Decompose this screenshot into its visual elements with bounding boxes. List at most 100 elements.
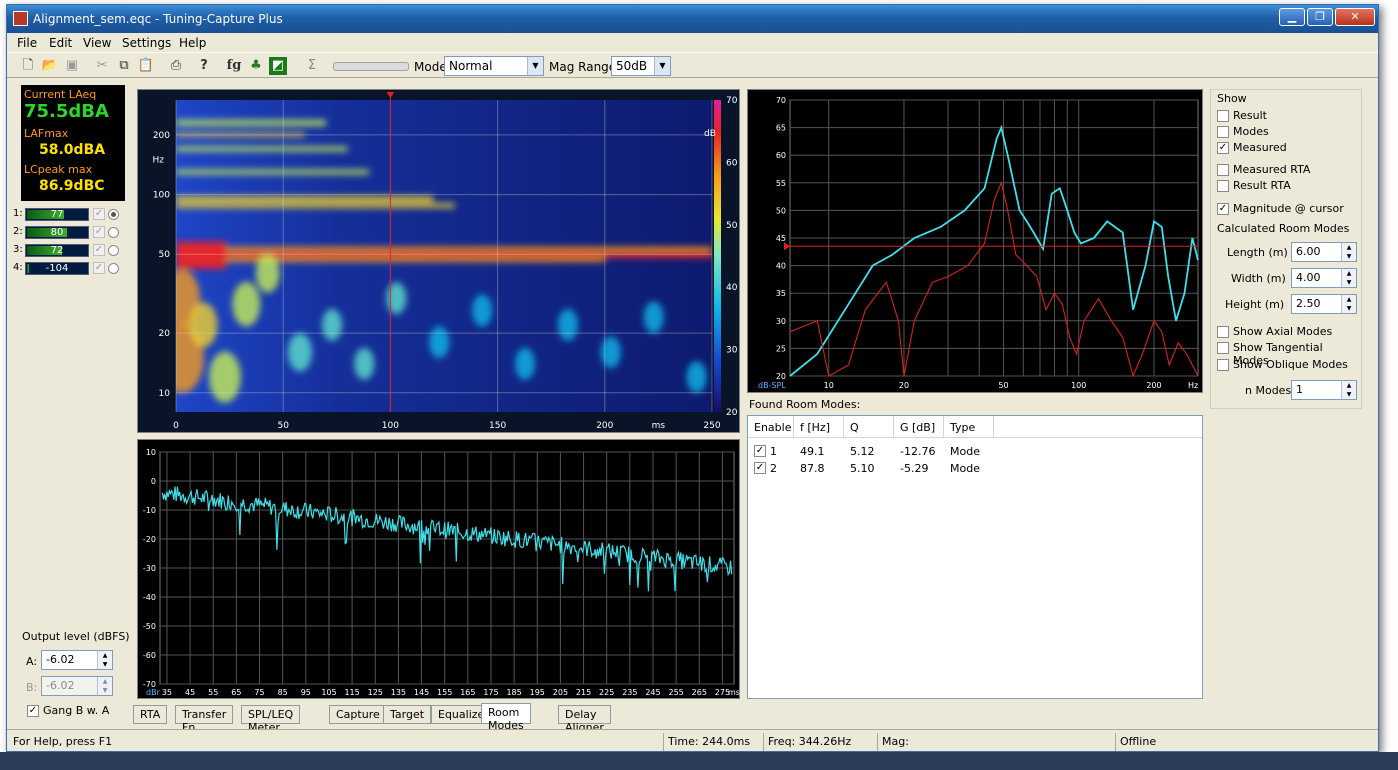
mode-gain: -5.29 [900, 462, 929, 475]
close-button[interactable]: ✕ [1335, 8, 1375, 26]
result-rta-checkbox[interactable] [1217, 180, 1229, 192]
table-row[interactable]: ✓ 1 49.1 5.12 -12.76 Mode [748, 444, 994, 460]
cut-icon[interactable]: ✂ [93, 57, 111, 75]
n-modes-input[interactable]: 1 ▲ ▼ [1291, 380, 1357, 400]
spectrogram-chart[interactable]: 200 100 50 20 10 Hz 0 50 100 150 200 250 ms 70 60 50 40 3… [138, 90, 741, 434]
room-modes-table[interactable]: Enable f [Hz] Q G [dB] Type ✓ 1 49.1 5.12 -12.76 M… [747, 415, 1203, 699]
title-bar[interactable]: Alignment_sem.eqc - Tuning-Capture Plus … [7, 5, 1378, 33]
mode-enable-checkbox[interactable]: ✓ [754, 445, 766, 457]
show-oblique-checkbox[interactable] [1217, 359, 1229, 371]
copy-icon[interactable]: ⧉ [115, 57, 133, 75]
chevron-down-icon: ▼ [654, 57, 670, 75]
level-slider[interactable] [333, 62, 409, 71]
spinner-icon[interactable]: ▲ ▼ [1341, 269, 1356, 287]
column-header[interactable]: G [dB] [894, 416, 944, 438]
print-icon[interactable]: ⎙ [167, 57, 185, 75]
menu-settings[interactable]: Settings [122, 36, 171, 50]
column-header[interactable]: Q [844, 416, 894, 438]
graph-icon[interactable]: ◩ [269, 57, 287, 75]
spinner-icon[interactable]: ▲ ▼ [1341, 295, 1356, 313]
output-a-input[interactable]: -6.02 ▲ ▼ [41, 650, 113, 670]
x-tick-label: 100 [382, 421, 399, 431]
width-input[interactable]: 4.00 ▲ ▼ [1291, 268, 1357, 288]
decay-chart[interactable]: 100-10-20-30-40-50-60-7035 45 55 65 75 85 95 10… [138, 440, 741, 700]
channel-select-radio[interactable] [108, 227, 119, 238]
y-tick-label: 35 [776, 289, 786, 298]
paste-icon[interactable]: 📋 [137, 57, 155, 75]
output-b-value: -6.02 [46, 679, 75, 692]
result-checkbox[interactable] [1217, 110, 1229, 122]
menu-help[interactable]: Help [179, 36, 206, 50]
tab-delay-aligner[interactable]: Delay Aligner [558, 705, 611, 734]
height-input[interactable]: 2.50 ▲ ▼ [1291, 294, 1357, 314]
tab-transfer-fn[interactable]: Transfer Fn [175, 705, 234, 734]
spinner-icon[interactable]: ▲ ▼ [1341, 381, 1356, 399]
cursor-marker-icon[interactable] [386, 92, 395, 98]
minimize-button[interactable]: ▁ [1279, 8, 1305, 26]
spinner-icon[interactable]: ▲ ▼ [97, 651, 112, 669]
channel-enable-checkbox[interactable]: ✓ [93, 244, 105, 256]
channel-level-value: 72 [50, 245, 64, 256]
lafmax-value: 58.0dBA [39, 142, 106, 158]
lafmax-label: LAFmax [24, 127, 69, 140]
x-unit-label: Hz [1188, 381, 1198, 390]
column-header[interactable]: f [Hz] [794, 416, 844, 438]
channel-select-radio[interactable] [108, 263, 119, 274]
spinner-icon[interactable]: ▲ ▼ [1341, 243, 1356, 261]
help-icon[interactable]: ? [195, 57, 213, 75]
status-freq: Freq: 344.26Hz [763, 733, 873, 751]
show-axial-checkbox[interactable] [1217, 326, 1229, 338]
scale-tick-label: 30 [726, 346, 738, 356]
tab-capture[interactable]: Capture [329, 705, 387, 724]
result-label: Result [1233, 109, 1267, 122]
spectrogram-ridge [176, 195, 434, 202]
measured-rta-checkbox[interactable] [1217, 164, 1229, 176]
output-b-input[interactable]: -6.02 ▲ ▼ [41, 676, 113, 696]
spinner-icon[interactable]: ▲ ▼ [97, 677, 112, 695]
scale-tick-label: 20 [726, 408, 738, 418]
menu-edit[interactable]: Edit [49, 36, 72, 50]
frequency-chart[interactable]: 70 65 60 55 50 45 40 35 30 25 20 10 20 50 100 200 dB-SPL… [748, 90, 1204, 394]
y-tick-label: 50 [159, 250, 171, 260]
save-icon[interactable]: ▣ [63, 57, 81, 75]
channel-enable-checkbox[interactable]: ✓ [93, 208, 105, 220]
fg-icon[interactable]: fg [225, 57, 243, 75]
tab-rta[interactable]: RTA [133, 705, 168, 724]
sum-icon[interactable]: Σ [303, 57, 321, 75]
measured-checkbox[interactable]: ✓ [1217, 142, 1229, 154]
x-tick-label: 125 [368, 688, 383, 697]
table-row[interactable]: ✓ 2 87.8 5.10 -5.29 Mode [748, 461, 994, 477]
column-header[interactable]: Type [944, 416, 994, 438]
generator-icon[interactable]: ♣ [247, 57, 265, 75]
magnitude-cursor-checkbox[interactable]: ✓ [1217, 203, 1229, 215]
cursor-marker-icon[interactable] [784, 242, 790, 251]
channel-enable-checkbox[interactable]: ✓ [93, 262, 105, 274]
x-tick-label: 235 [622, 688, 637, 697]
menu-view[interactable]: View [83, 36, 111, 50]
x-tick-label: 115 [344, 688, 359, 697]
menu-file[interactable]: File [17, 36, 37, 50]
new-icon[interactable]: 🗋 [19, 57, 37, 75]
length-input[interactable]: 6.00 ▲ ▼ [1291, 242, 1357, 262]
open-icon[interactable]: 📂 [41, 57, 59, 75]
channel-enable-checkbox[interactable]: ✓ [93, 226, 105, 238]
width-label: Width (m) [1231, 272, 1286, 285]
magrange-select[interactable]: 50dB ▼ [611, 56, 671, 76]
room-modes-title: Found Room Modes: [749, 398, 861, 411]
modes-checkbox[interactable] [1217, 126, 1229, 138]
result-rta-label: Result RTA [1233, 179, 1291, 192]
channel-select-radio[interactable] [108, 209, 119, 220]
scale-tick-label: 40 [726, 283, 738, 293]
restore-button[interactable]: ❐ [1307, 8, 1333, 26]
mode-enable-checkbox[interactable]: ✓ [754, 462, 766, 474]
gang-checkbox[interactable]: ✓ [27, 705, 39, 717]
show-tangential-checkbox[interactable] [1217, 342, 1229, 354]
tab-target[interactable]: Target [383, 705, 432, 724]
mode-select[interactable]: Normal ▼ [444, 56, 544, 76]
column-header[interactable]: Enable [748, 416, 794, 438]
channel-level-meter: -104 [25, 262, 89, 275]
channel-select-radio[interactable] [108, 245, 119, 256]
tab-room-modes[interactable]: Room Modes [481, 703, 531, 732]
y-tick-label: 40 [776, 262, 786, 271]
tab-spl-leq-meter[interactable]: SPL/LEQ Meter [241, 705, 301, 734]
